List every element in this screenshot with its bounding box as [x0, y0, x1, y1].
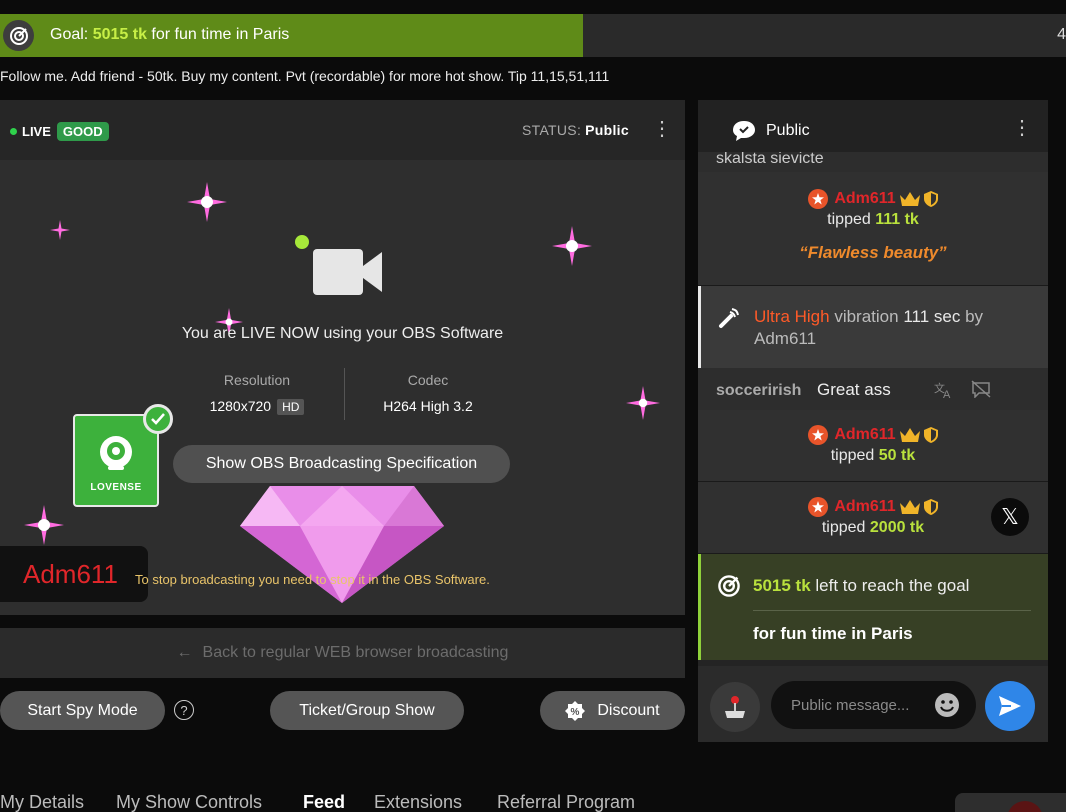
chat-input-row — [698, 666, 1048, 742]
goal-progress-bar: Goal: 5015 tk for fun time in Paris 4 — [0, 14, 1066, 57]
star-badge-icon — [808, 189, 829, 209]
broadcast-preview: You are LIVE NOW using your OBS Software… — [0, 160, 685, 615]
check-icon — [143, 404, 173, 434]
codec-info: Codec H264 High 3.2 — [383, 372, 473, 414]
quality-badge: GOOD — [56, 122, 109, 141]
goal-card-title: for fun time in Paris — [753, 624, 913, 643]
chat-bubble-icon — [733, 121, 755, 141]
broadcaster-name-box: Adm611 — [0, 546, 148, 602]
sparkle-icon — [187, 182, 227, 222]
broadcaster-username: Adm611 — [23, 559, 118, 589]
chat-tip-message: Adm611 tipped 111 tk “Flawless beauty” — [698, 172, 1048, 286]
help-icon[interactable]: ? — [174, 700, 194, 720]
list-item: skalsta sievicte — [698, 152, 1048, 172]
start-spy-mode-button[interactable]: Start Spy Mode — [0, 691, 165, 730]
tip-username[interactable]: Adm611 — [834, 190, 895, 208]
discount-icon: % — [565, 700, 586, 721]
live-now-text: You are LIVE NOW using your OBS Software — [181, 325, 504, 342]
spec-divider — [344, 368, 345, 420]
show-obs-spec-button[interactable]: Show OBS Broadcasting Specification — [173, 445, 510, 483]
joystick-icon[interactable] — [710, 682, 760, 732]
lovense-badge[interactable]: LOVENSE — [73, 404, 173, 507]
tip-username[interactable]: Adm611 — [834, 498, 895, 516]
ticket-group-show-button[interactable]: Ticket/Group Show — [270, 691, 464, 730]
send-icon — [999, 696, 1021, 716]
chat-tip-message: Adm611 tipped 50 tk — [698, 410, 1048, 482]
sparkle-icon — [24, 505, 64, 545]
kebab-menu-icon[interactable]: ⋮ — [652, 119, 672, 139]
crown-icon — [899, 500, 920, 514]
live-dot — [10, 128, 17, 135]
live-indicator: LIVE GOOD — [10, 122, 109, 141]
goal-amount: 5015 tk — [92, 26, 147, 43]
goal-target-icon — [718, 575, 740, 597]
tip-username[interactable]: Adm611 — [834, 426, 895, 444]
status-value: Public — [585, 122, 629, 138]
shield-icon — [923, 427, 938, 443]
profile-widget[interactable] — [955, 793, 1066, 812]
room-topic: Follow me. Add friend - 50tk. Buy my con… — [0, 68, 610, 84]
star-badge-icon — [808, 497, 829, 517]
chat-username[interactable]: soccerirish — [716, 382, 801, 400]
goal-end-char: 4 — [1057, 26, 1066, 43]
svg-text:A: A — [943, 389, 951, 399]
hide-message-icon[interactable] — [971, 380, 991, 398]
tip-note: “Flawless beauty” — [799, 243, 947, 262]
chat-header: Public ⋮ — [698, 100, 1048, 158]
status-label: STATUS: Public — [522, 122, 629, 138]
avatar — [1007, 801, 1043, 812]
tab-extensions[interactable]: Extensions — [374, 792, 462, 812]
tab-my-details[interactable]: My Details — [0, 792, 84, 812]
chat-message: soccerirish Great ass 文A — [698, 368, 1048, 410]
kebab-menu-icon[interactable]: ⋮ — [1012, 118, 1032, 138]
discount-button[interactable]: % Discount — [540, 691, 685, 730]
crown-icon — [899, 428, 920, 442]
x-logo-icon[interactable]: 𝕏 — [991, 498, 1029, 536]
send-button[interactable] — [985, 681, 1035, 731]
tab-feed[interactable]: Feed — [303, 792, 345, 812]
svg-text:%: % — [571, 707, 580, 718]
stop-broadcast-note: To stop broadcasting you need to stop it… — [135, 572, 490, 587]
broadcast-panel: LIVE GOOD STATUS: Public ⋮ You are LIVE N… — [0, 100, 685, 615]
vibration-icon — [719, 308, 739, 328]
sparkle-icon — [50, 220, 70, 240]
crown-icon — [899, 192, 920, 206]
sparkle-icon — [552, 226, 592, 266]
shield-icon — [923, 499, 938, 515]
goal-card-divider — [753, 610, 1031, 611]
goal-status-card: 5015 tk left to reach the goal for fun t… — [698, 554, 1048, 660]
resolution-info: Resolution 1280x720 HD — [182, 372, 332, 415]
shield-icon — [923, 191, 938, 207]
lovense-logo-icon — [100, 436, 132, 470]
tab-referral-program[interactable]: Referral Program — [497, 792, 635, 812]
chat-text: Great ass — [817, 380, 891, 399]
chat-panel: Public ⋮ skalsta sievicte Adm611 tipped … — [698, 100, 1048, 742]
tab-public-chat[interactable]: Public — [732, 120, 810, 142]
video-camera-icon — [293, 232, 385, 307]
goal-text: Goal: 5015 tk for fun time in Paris — [50, 26, 290, 43]
chat-vibration-message: Ultra High vibration 111 sec by Adm611 — [698, 286, 1048, 368]
back-to-web-broadcast-button[interactable]: ← Back to regular WEB browser broadcasti… — [0, 628, 685, 678]
arrow-left-icon: ← — [176, 644, 193, 661]
sparkle-icon — [626, 386, 660, 420]
translate-icon[interactable]: 文A — [934, 381, 954, 399]
broadcast-header: LIVE GOOD STATUS: Public ⋮ — [0, 100, 685, 160]
tab-my-show-controls[interactable]: My Show Controls — [116, 792, 262, 812]
goal-target-icon — [3, 20, 34, 51]
star-badge-icon — [808, 425, 829, 445]
hd-badge: HD — [277, 399, 305, 415]
emoji-icon[interactable] — [934, 692, 960, 718]
